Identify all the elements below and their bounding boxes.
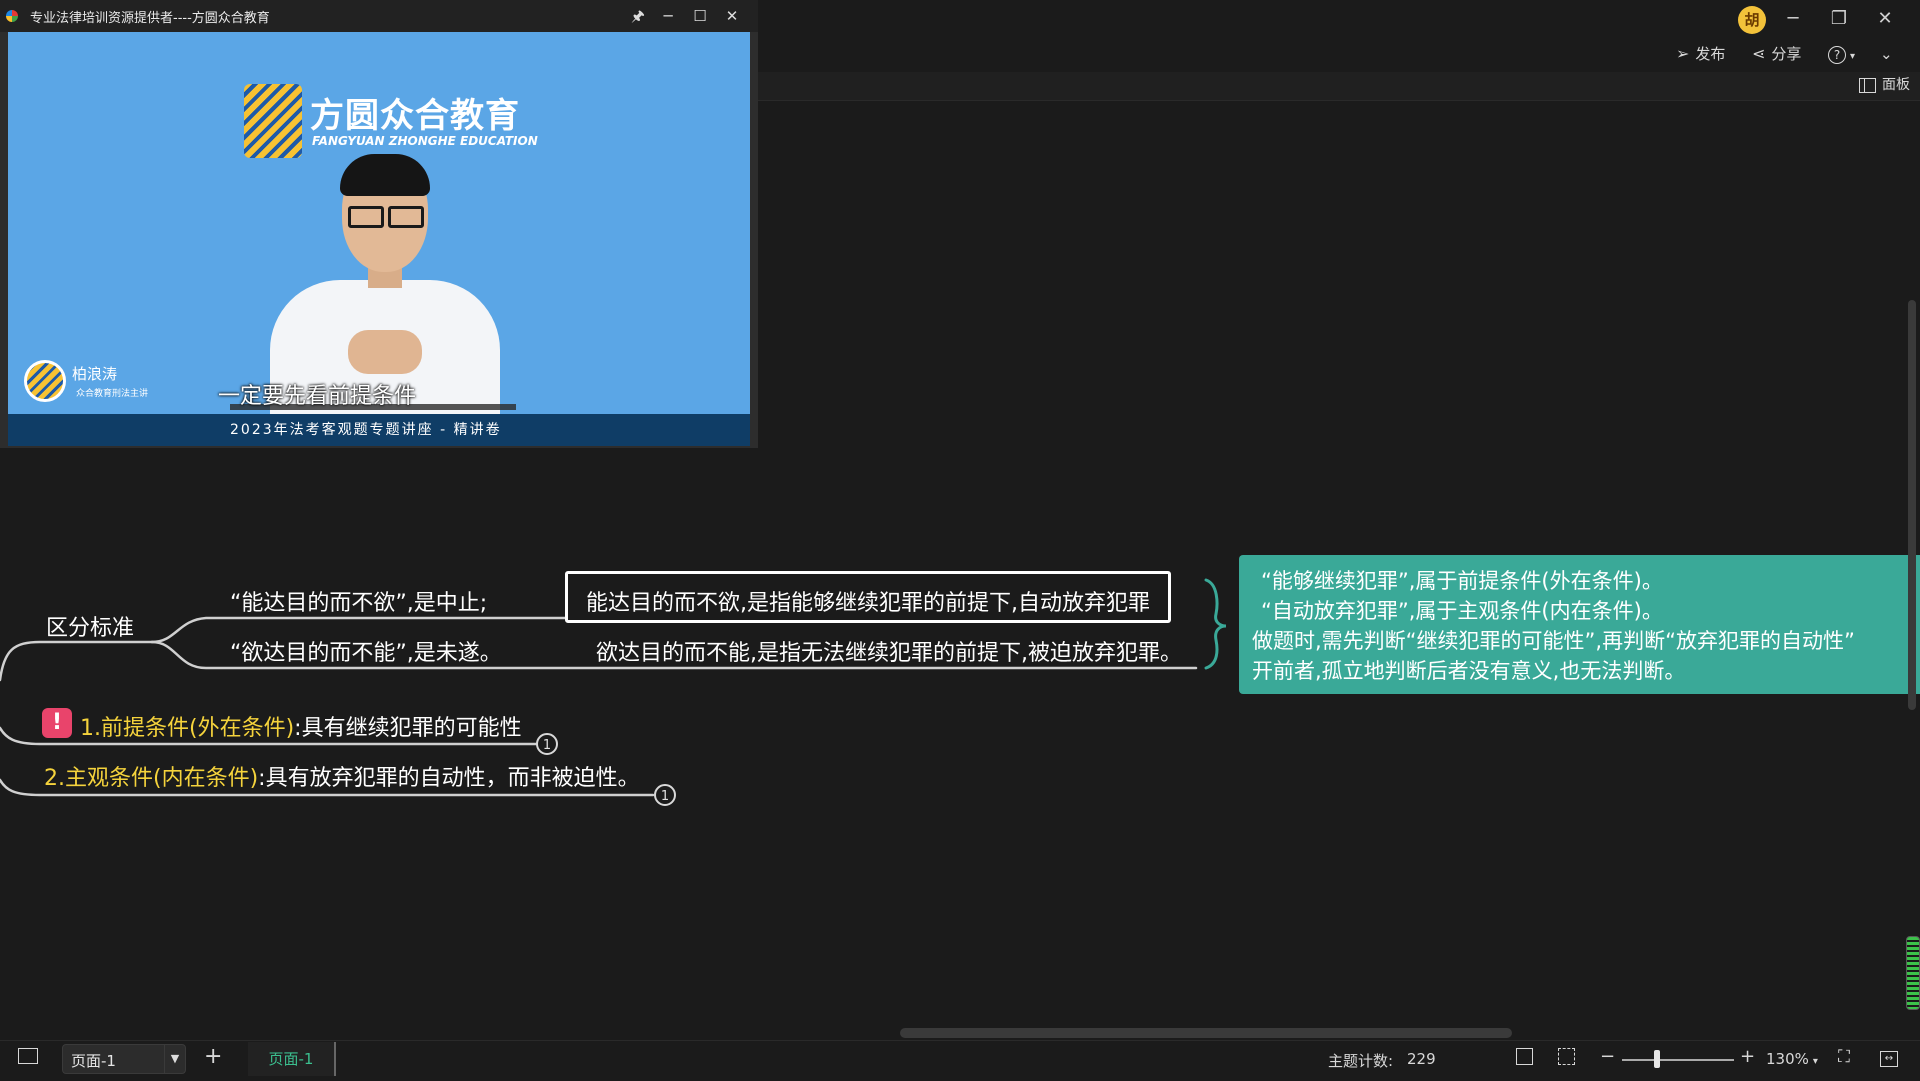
topic-count-label: 主题计数: [1328,1052,1394,1070]
topic-count-value: 229 [1407,1050,1436,1068]
fit-width-icon[interactable]: ↔ [1880,1047,1898,1067]
condition-1-text: :具有继续犯罪的可能性 [294,716,522,741]
note-line-4: 开前者,孤立地判断后者没有意义,也无法判断。 [1252,659,1686,683]
video-titlebar: 专业法律培训资源提供者----方圆众合教育 🖈 ─ ☐ ✕ [0,0,758,32]
page-tab-active[interactable]: 页面-1 [248,1042,336,1076]
note-line-3: 做题时,需先判断“继续犯罪的可能性”,再判断“放弃犯罪的自动性” [1252,629,1855,653]
video-window-title: 专业法律培训资源提供者----方圆众合教育 [30,11,270,26]
lecture-title: 2023年法考客观题专题讲座 - 精讲卷 [8,414,750,446]
video-minimize-button[interactable]: ─ [654,5,682,27]
outline-view-icon[interactable] [18,1048,38,1068]
branch-label[interactable]: 区分标准 [46,610,134,642]
video-maximize-button[interactable]: ☐ [686,5,714,27]
node-detail-1[interactable]: 能达目的而不欲,是指能够继续犯罪的前提下,自动放弃犯罪 [586,585,1150,617]
zoom-slider-track[interactable] [1622,1059,1734,1061]
priority-alert-icon: ! [42,708,72,738]
node-detail-2[interactable]: 欲达目的而不能,是指无法继续犯罪的前提下,被迫放弃犯罪。 [596,635,1182,667]
brand-logo-mark [244,84,302,158]
zoom-slider-handle[interactable] [1654,1050,1660,1068]
fullscreen-icon[interactable]: ⛶ [1838,1047,1850,1067]
zoom-out-button[interactable]: − [1600,1046,1615,1067]
zoom-level[interactable]: 130% ▾ [1766,1050,1818,1068]
chevron-down-icon[interactable]: ▼ [164,1045,185,1073]
collapse-toggle-2[interactable]: 1 [654,784,676,806]
condition-1-title: 1.前提条件(外在条件) [80,716,295,741]
video-player-window[interactable]: 专业法律培训资源提供者----方圆众合教育 🖈 ─ ☐ ✕ 方圆众合教育 FAN… [0,0,758,448]
brand-subname: FANGYUAN ZHONGHE EDUCATION [312,134,538,148]
condition-2-node[interactable]: 2.主观条件(内在条件):具有放弃犯罪的自动性，而非被迫性。 [44,760,640,792]
vertical-scrollbar[interactable] [1908,300,1916,710]
horizontal-scrollbar[interactable] [900,1028,1512,1038]
video-close-button[interactable]: ✕ [718,5,746,27]
node-item-1[interactable]: “能达目的而不欲”,是中止; [230,585,487,617]
zoom-in-button[interactable]: + [1740,1046,1755,1067]
brand-name: 方圆众合教育 [310,96,520,136]
note-callout[interactable]: “能够继续犯罪”,属于前提条件(外在条件)。 “自动放弃犯罪”,属于主观条件(内… [1239,555,1920,694]
condition-2-title: 2.主观条件(内在条件) [44,766,259,791]
collapse-toggle-1[interactable]: 1 [536,733,558,755]
note-line-2: “自动放弃犯罪”,属于主观条件(内在条件)。 [1261,599,1663,623]
node-item-2[interactable]: “欲达目的而不能”,是未遂。 [230,635,502,667]
note-line-1: “能够继续犯罪”,属于前提条件(外在条件)。 [1261,569,1663,593]
condition-2-text: :具有放弃犯罪的自动性，而非被迫性。 [258,766,640,791]
page-selector[interactable]: 页面-1 ▼ [62,1044,186,1074]
fit-page-icon[interactable] [1516,1048,1533,1069]
zoom-dropdown-icon: ▾ [1812,1056,1818,1067]
minimap-indicator[interactable] [1906,936,1920,1010]
condition-1-node[interactable]: 1.前提条件(外在条件):具有继续犯罪的可能性 [80,710,522,742]
page-selector-value: 页面-1 [71,1052,116,1070]
video-frame[interactable]: 方圆众合教育 FANGYUAN ZHONGHE EDUCATION 柏浪涛 众合… [8,32,750,446]
pin-icon[interactable]: 🖈 [624,5,652,27]
focus-view-icon[interactable] [1558,1048,1575,1069]
video-subtitle: 一定要先看前提条件 [217,384,416,409]
zoom-level-value: 130% [1766,1050,1809,1068]
add-page-button[interactable]: + [204,1044,222,1069]
browser-app-icon [6,10,18,22]
